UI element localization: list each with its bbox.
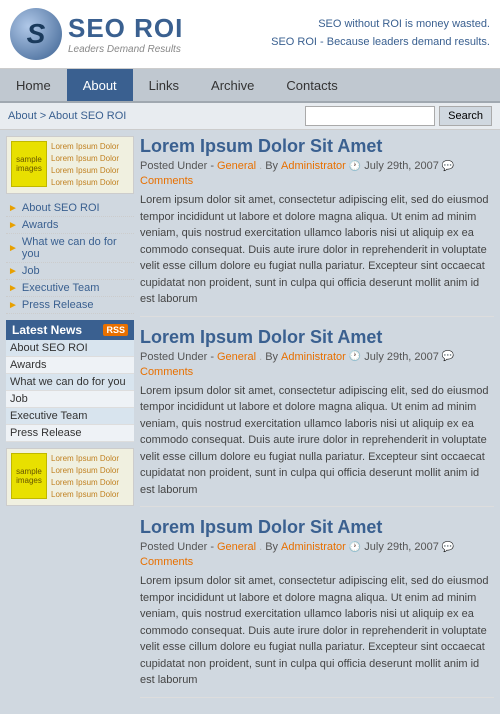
post-1: Lorem Ipsum Dolor Sit Amet Posted Under … (140, 136, 494, 317)
bullet-icon: ► (8, 220, 18, 231)
post-3-comments[interactable]: Comments (140, 556, 193, 568)
post-1-meta-under: Posted Under - (140, 160, 214, 172)
sidebar-item-executive-team[interactable]: ► Executive Team (6, 280, 134, 297)
post-2-body: Lorem ipsum dolor sit amet, consectetur … (140, 383, 494, 499)
logo-icon: S (10, 8, 62, 60)
logo-area: S SEO ROI Leaders Demand Results (10, 8, 183, 60)
search-input[interactable] (305, 106, 435, 126)
content: Lorem Ipsum Dolor Sit Amet Posted Under … (140, 136, 494, 708)
nav-contacts[interactable]: Contacts (270, 69, 353, 101)
tagline1: SEO without ROI is money wasted. (271, 16, 490, 34)
post-3-author[interactable]: Administrator (281, 541, 346, 553)
nav: Home About Links Archive Contacts (0, 69, 500, 103)
clock-icon-2: 🕐 (349, 351, 361, 362)
post-3-body: Lorem ipsum dolor sit amet, consectetur … (140, 573, 494, 689)
post-1-author[interactable]: Administrator (281, 160, 346, 172)
logo-title: SEO ROI (68, 13, 183, 44)
post-3-title: Lorem Ipsum Dolor Sit Amet (140, 517, 494, 538)
comment-icon-2: 💬 (442, 351, 454, 362)
sidebar-item-job[interactable]: ► Job (6, 263, 134, 280)
sidebar-lorem-lines-top: Lorem Ipsum DolorLorem Ipsum DolorLorem … (51, 141, 119, 189)
sidebar: sampleimages Lorem Ipsum DolorLorem Ipsu… (6, 136, 134, 708)
header: S SEO ROI Leaders Demand Results SEO wit… (0, 0, 500, 69)
post-2-date: July 29th, 2007 (364, 351, 439, 363)
clock-icon: 🕐 (349, 161, 361, 172)
post-1-body: Lorem ipsum dolor sit amet, consectetur … (140, 192, 494, 308)
post-2-comments[interactable]: Comments (140, 366, 193, 378)
nav-archive[interactable]: Archive (195, 69, 270, 101)
news-item-about[interactable]: About SEO ROI (6, 340, 134, 357)
header-taglines: SEO without ROI is money wasted. SEO ROI… (271, 16, 490, 51)
post-2: Lorem Ipsum Dolor Sit Amet Posted Under … (140, 327, 494, 508)
bullet-icon: ► (8, 243, 18, 254)
news-item-job[interactable]: Job (6, 391, 134, 408)
post-1-title: Lorem Ipsum Dolor Sit Amet (140, 136, 494, 157)
news-item-press[interactable]: Press Release (6, 425, 134, 442)
post-3-meta: Posted Under - General . By Administrato… (140, 541, 494, 568)
logo-letter: S (27, 18, 46, 50)
post-2-by: By (265, 351, 278, 363)
logo-text: SEO ROI Leaders Demand Results (68, 13, 183, 55)
latest-news-label: Latest News (12, 323, 82, 337)
sidebar-item-about-seo-roi[interactable]: ► About SEO ROI (6, 200, 134, 217)
news-item-awards[interactable]: Awards (6, 357, 134, 374)
tagline2: SEO ROI - Because leaders demand results… (271, 34, 490, 52)
nav-about[interactable]: About (67, 69, 133, 101)
post-3-category[interactable]: General (217, 541, 256, 553)
post-3-by: By (265, 541, 278, 553)
bullet-icon: ► (8, 283, 18, 294)
comment-icon: 💬 (442, 161, 454, 172)
main: sampleimages Lorem Ipsum DolorLorem Ipsu… (0, 130, 500, 714)
post-3: Lorem Ipsum Dolor Sit Amet Posted Under … (140, 517, 494, 698)
search-area: Search (305, 106, 492, 126)
post-2-category[interactable]: General (217, 351, 256, 363)
post-2-title: Lorem Ipsum Dolor Sit Amet (140, 327, 494, 348)
comment-icon-3: 💬 (442, 542, 454, 553)
post-1-category[interactable]: General (217, 160, 256, 172)
sidebar-item-press-release[interactable]: ► Press Release (6, 297, 134, 314)
bullet-icon: ► (8, 300, 18, 311)
sample-box-bottom: sampleimages (11, 453, 47, 499)
post-2-author[interactable]: Administrator (281, 351, 346, 363)
latest-news-list: About SEO ROI Awards What we can do for … (6, 340, 134, 442)
bullet-icon: ► (8, 203, 18, 214)
post-1-comments[interactable]: Comments (140, 175, 193, 187)
sidebar-item-what-we-can-do[interactable]: ► What we can do for you (6, 234, 134, 263)
news-item-what-we-can-do[interactable]: What we can do for you (6, 374, 134, 391)
post-2-meta-under: Posted Under - (140, 351, 214, 363)
search-button[interactable]: Search (439, 106, 492, 126)
sidebar-menu: ► About SEO ROI ► Awards ► What we can d… (6, 200, 134, 314)
post-3-meta-under: Posted Under - (140, 541, 214, 553)
sample-box-top: sampleimages (11, 141, 47, 187)
nav-links[interactable]: Links (133, 69, 195, 101)
sidebar-lorem-lines-bottom: Lorem Ipsum DolorLorem Ipsum DolorLorem … (51, 453, 119, 501)
news-item-executive[interactable]: Executive Team (6, 408, 134, 425)
bullet-icon: ► (8, 266, 18, 277)
clock-icon-3: 🕐 (349, 542, 361, 553)
sample-image-bottom: sampleimages Lorem Ipsum DolorLorem Ipsu… (6, 448, 134, 506)
sidebar-item-awards[interactable]: ► Awards (6, 217, 134, 234)
post-1-by: By (265, 160, 278, 172)
latest-news-header: Latest News RSS (6, 320, 134, 340)
post-1-meta: Posted Under - General . By Administrato… (140, 160, 494, 187)
post-2-meta: Posted Under - General . By Administrato… (140, 351, 494, 378)
post-1-date: July 29th, 2007 (364, 160, 439, 172)
logo-subtitle: Leaders Demand Results (68, 44, 183, 55)
breadcrumb-bar: About > About SEO ROI Search (0, 103, 500, 130)
post-3-date: July 29th, 2007 (364, 541, 439, 553)
breadcrumb: About > About SEO ROI (8, 110, 126, 122)
nav-home[interactable]: Home (0, 69, 67, 101)
sample-image-top: sampleimages Lorem Ipsum DolorLorem Ipsu… (6, 136, 134, 194)
rss-icon[interactable]: RSS (103, 324, 128, 336)
